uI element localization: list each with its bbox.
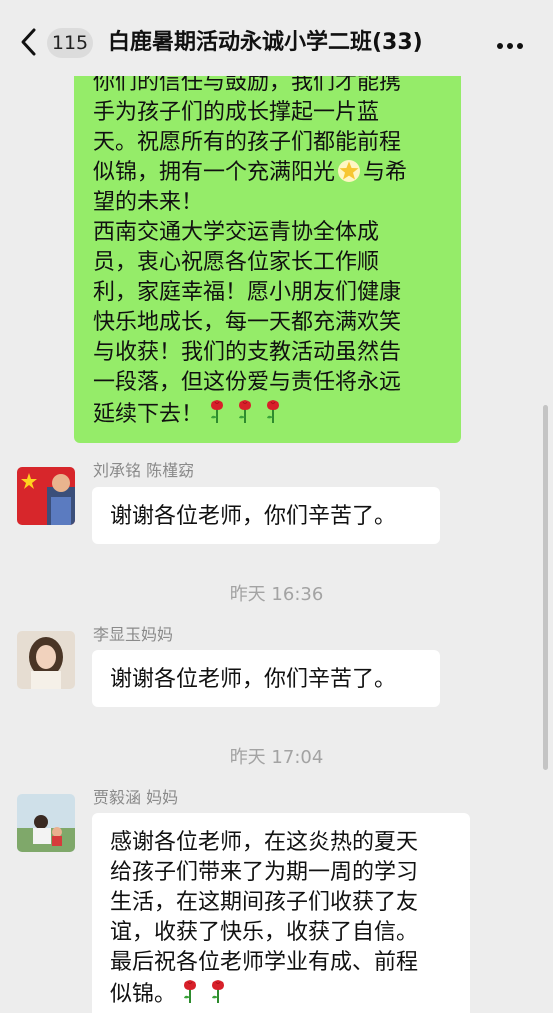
- message-line: 员，衷心祝愿各位家长工作顺: [93, 250, 380, 275]
- message-line: 手为孩子们的成长撑起一片蓝: [93, 100, 380, 125]
- message-line: 利，家庭幸福！愿小朋友们健康: [93, 280, 402, 305]
- avatar[interactable]: [17, 631, 75, 689]
- rose-emoji-icon: [204, 978, 232, 1010]
- more-dots-icon: [497, 43, 503, 49]
- message-line: 谊，收获了快乐，收获了自信。: [110, 920, 419, 945]
- rose-emoji-icon: [259, 398, 287, 430]
- sender-name: 李显玉妈妈: [93, 625, 174, 644]
- message-text: 似锦，拥有一个充满阳光: [93, 160, 336, 185]
- message-text: 延续下去！: [93, 402, 204, 427]
- rose-emoji-icon: [203, 398, 231, 430]
- received-message-bubble[interactable]: 感谢各位老师，在这炎热的夏天 给孩子们带来了为期一周的学习 生活，在这期间孩子们…: [92, 813, 470, 1013]
- message-text: 似锦。: [110, 982, 177, 1007]
- avatar[interactable]: [17, 794, 75, 852]
- message-line: 似锦。: [110, 978, 453, 1010]
- message-line: 一段落，但这份爱与责任将永远: [93, 370, 402, 395]
- message-line: 似锦，拥有一个充满阳光 与希: [93, 158, 445, 188]
- rose-emoji-icon: [176, 978, 204, 1010]
- message-line: 给孩子们带来了为期一周的学习: [110, 860, 419, 885]
- chat-title: 白鹿暑期活动永诚小学二班(33): [108, 30, 423, 55]
- message-line: 与收获！我们的支教活动虽然告: [93, 340, 402, 365]
- message-text: 与希: [363, 160, 408, 185]
- message-line: 生活，在这期间孩子们收获了友: [110, 890, 419, 915]
- avatar[interactable]: [17, 467, 75, 525]
- sender-name: 贾毅涵 妈妈: [93, 788, 179, 807]
- message-line: 望的未来！: [93, 190, 204, 215]
- chat-header: 115 白鹿暑期活动永诚小学二班(33): [0, 0, 553, 76]
- received-message-bubble[interactable]: 谢谢各位老师，你们辛苦了。: [92, 650, 440, 707]
- back-button[interactable]: [16, 26, 42, 58]
- more-button[interactable]: [497, 34, 533, 50]
- sender-name: 刘承铭 陈槿窈: [93, 461, 195, 480]
- timestamp: 昨天 17:04: [229, 747, 324, 768]
- message-line: 快乐地成长，每一天都充满欢笑: [93, 310, 402, 335]
- message-text: 谢谢各位老师，你们辛苦了。: [110, 504, 397, 529]
- message-line: 西南交通大学交运青协全体成: [93, 220, 380, 245]
- message-line: 延续下去！: [93, 398, 445, 430]
- chevron-left-icon: [21, 28, 36, 56]
- unread-count-badge[interactable]: 115: [47, 28, 93, 58]
- message-line: 感谢各位老师，在这炎热的夏天: [110, 830, 419, 855]
- received-message-bubble[interactable]: 谢谢各位老师，你们辛苦了。: [92, 487, 440, 544]
- rose-emoji-icon: [231, 398, 259, 430]
- message-line: 最后祝各位老师学业有成、前程: [110, 950, 419, 975]
- message-text: 谢谢各位老师，你们辛苦了。: [110, 667, 397, 692]
- chat-screen: 115 白鹿暑期活动永诚小学二班(33) 你们的信任与鼓励，我们才能携 手为孩子…: [0, 0, 553, 1013]
- message-line: 天。祝愿所有的孩子们都能前程: [93, 130, 402, 155]
- scrollbar[interactable]: [543, 405, 548, 770]
- star-emoji-icon: [335, 158, 363, 188]
- timestamp: 昨天 16:36: [229, 584, 324, 605]
- sent-message-bubble[interactable]: 你们的信任与鼓励，我们才能携 手为孩子们的成长撑起一片蓝 天。祝愿所有的孩子们都…: [74, 58, 461, 443]
